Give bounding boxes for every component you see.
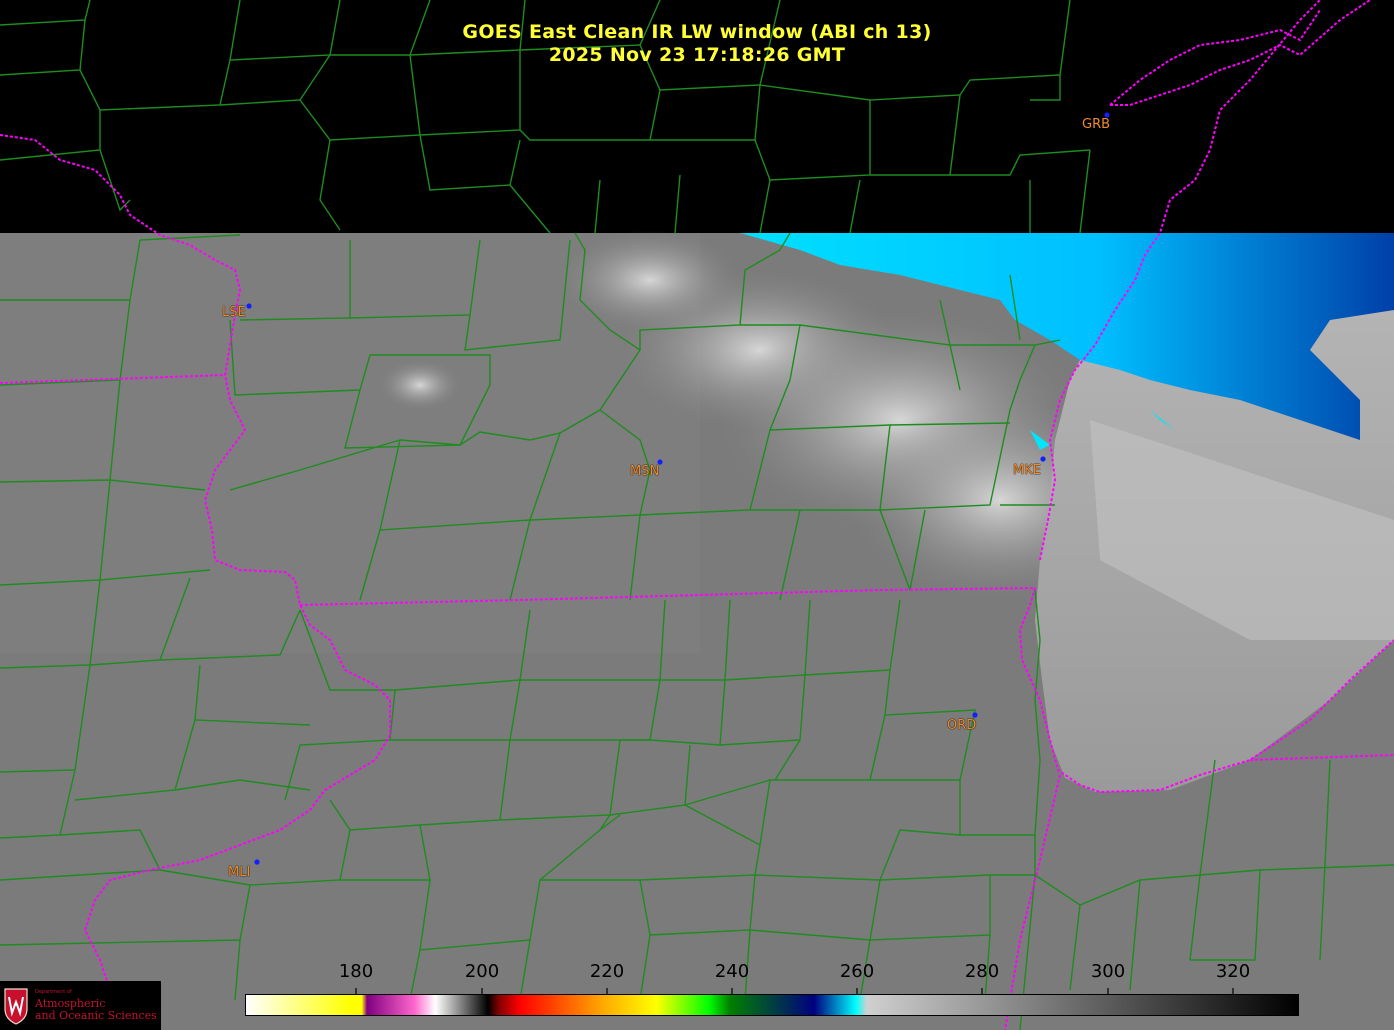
city-label-mke: MKE: [1013, 463, 1041, 478]
city-label-lse: LSE: [222, 305, 246, 320]
temperature-colorbar: [245, 994, 1299, 1016]
colorbar-tick-label: 280: [964, 961, 1000, 982]
colorbar-tick-label: 320: [1215, 961, 1251, 982]
logo-line-2: and Oceanic Sciences: [35, 1009, 157, 1022]
uw-crest-icon: [4, 988, 28, 1025]
colorbar-tick-label: 300: [1090, 961, 1126, 982]
city-label-mli: MLI: [228, 865, 251, 880]
city-label-ord: ORD: [947, 718, 977, 733]
satellite-map: [0, 0, 1394, 1030]
city-dot-lse: [246, 303, 252, 309]
colorbar-tick-label: 180: [338, 961, 374, 982]
city-dot-mli: [254, 859, 260, 865]
logo-department: Department of: [35, 989, 72, 995]
colorbar-tick-label: 220: [589, 961, 625, 982]
city-label-msn: MSN: [630, 464, 660, 479]
colorbar-tick-label: 200: [464, 961, 500, 982]
colorbar-tick-label: 260: [839, 961, 875, 982]
city-dot-ord: [972, 712, 978, 718]
colorbar-tick-label: 240: [714, 961, 750, 982]
aos-logo: Department of Atmospheric and Oceanic Sc…: [0, 981, 161, 1030]
title-line-1: GOES East Clean IR LW window (ABI ch 13): [462, 21, 932, 43]
city-dot-mke: [1040, 456, 1046, 462]
city-label-grb: GRB: [1082, 117, 1111, 132]
title-line-2: 2025 Nov 23 17:18:26 GMT: [548, 44, 846, 66]
